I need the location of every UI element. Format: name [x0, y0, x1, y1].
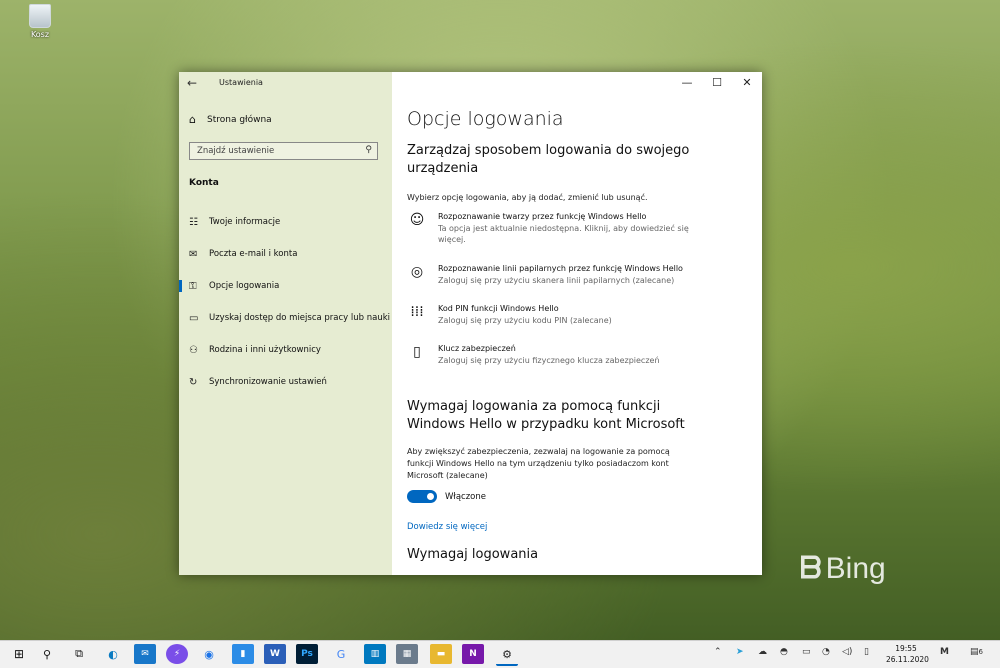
sidebar-item-work-school[interactable]: ▭ Uzyskaj dostęp do miejsca pracy lub na…: [179, 308, 392, 328]
start-button[interactable]: ⊞: [8, 644, 30, 664]
phone-app-icon[interactable]: ▮: [232, 644, 254, 664]
title-bar: ← Ustawienia: [179, 72, 392, 94]
sidebar-item-sync-settings[interactable]: ↻ Synchronizowanie ustawień: [179, 372, 392, 392]
nav-home[interactable]: ⌂ Strona główna: [189, 113, 272, 126]
minimize-button[interactable]: —: [672, 72, 702, 94]
onenote-icon[interactable]: N: [462, 644, 484, 664]
home-label: Strona główna: [207, 114, 272, 125]
mail-icon: ✉: [189, 248, 198, 260]
taskbar: ⊞ ⚲ ⧉ ◐ ✉ ⚡ ◉ ▮ W Ps G ▥ ▦ ▬ N ⚙ ⌃ ➤ ☁ ◓…: [0, 640, 1000, 668]
manage-heading: Zarządzaj sposobem logowania do swojego …: [407, 143, 690, 176]
settings-taskbar-icon[interactable]: ⚙: [496, 644, 518, 666]
settings-sidebar: ← Ustawienia ⌂ Strona główna Znajdź usta…: [179, 72, 392, 575]
manage-description: Wybierz opcję logowania, aby ją dodać, z…: [407, 193, 648, 202]
person-card-icon: ☷: [189, 216, 198, 228]
option-pin[interactable]: ⁞⁞⁞ Kod PIN funkcji Windows Hello Zalogu…: [407, 304, 737, 338]
battery-icon[interactable]: ▭: [802, 647, 811, 657]
home-icon: ⌂: [189, 113, 196, 126]
app-title: Ustawienia: [219, 78, 263, 87]
sidebar-item-label: Uzyskaj dostęp do miejsca pracy lub nauk…: [209, 313, 391, 323]
sidebar-item-label: Rodzina i inni użytkownicy: [209, 345, 321, 355]
wifi-icon[interactable]: ◔: [822, 647, 830, 657]
search-box[interactable]: Znajdź ustawienie ⚲: [189, 142, 378, 160]
volume-icon[interactable]: ◁): [842, 647, 852, 657]
option-title: Rozpoznawanie linii papilarnych przez fu…: [438, 264, 683, 273]
people-icon: ⚇: [189, 344, 198, 356]
trello-icon[interactable]: ▥: [364, 644, 386, 664]
search-input[interactable]: Znajdź ustawienie: [197, 146, 274, 156]
usb-key-icon: ▯: [413, 344, 421, 360]
calculator-icon[interactable]: ▦: [396, 644, 418, 664]
option-subtitle: Ta opcja jest aktualnie niedostępna. Kli…: [438, 224, 689, 244]
section-label: Konta: [189, 178, 219, 188]
briefcase-icon: ▭: [189, 312, 199, 324]
sidebar-item-sign-in-options[interactable]: ⚿ Opcje logowania: [179, 276, 392, 296]
tray-app-icon[interactable]: ◓: [780, 647, 788, 657]
option-subtitle: Zaloguj się przy użyciu fizycznego klucz…: [438, 356, 660, 365]
taskbar-clock[interactable]: 19:55 26.11.2020: [886, 643, 929, 665]
sidebar-item-family-users[interactable]: ⚇ Rodzina i inni użytkownicy: [179, 340, 392, 360]
option-fingerprint[interactable]: ◎ Rozpoznawanie linii papilarnych przez …: [407, 264, 737, 298]
key-icon: ⚿: [189, 280, 197, 292]
tray-chevron-icon[interactable]: ⌃: [714, 647, 722, 657]
sidebar-item-label: Twoje informacje: [209, 217, 281, 227]
fingerprint-icon: ◎: [410, 264, 424, 280]
language-icon[interactable]: ▯: [864, 647, 869, 657]
require-login-heading: Wymagaj logowania: [407, 547, 539, 562]
option-title: Kod PIN funkcji Windows Hello: [438, 304, 559, 313]
learn-more-link[interactable]: Dowiedz się więcej: [407, 522, 487, 532]
option-title: Klucz zabezpieczeń: [438, 344, 516, 353]
page-title: Opcje logowania: [407, 108, 564, 130]
sidebar-item-label: Poczta e-mail i konta: [209, 249, 298, 259]
recycle-bin-label: Kosz: [30, 30, 50, 39]
search-icon: ⚲: [365, 145, 372, 155]
file-explorer-icon[interactable]: ▬: [430, 644, 452, 664]
action-center-icon[interactable]: ▤6: [970, 647, 983, 657]
recycle-bin-desktop-icon[interactable]: Kosz: [24, 4, 56, 39]
translate-icon[interactable]: G: [330, 644, 352, 664]
telegram-icon[interactable]: ➤: [736, 647, 744, 657]
recycle-bin-icon: [29, 4, 51, 28]
settings-window: ← Ustawienia ⌂ Strona główna Znajdź usta…: [179, 72, 762, 575]
option-face-recognition[interactable]: ☺ Rozpoznawanie twarzy przez funkcję Win…: [407, 212, 737, 246]
settings-content: — ☐ ✕ Opcje logowania Zarządzaj sposobem…: [392, 72, 762, 575]
browser-icon[interactable]: ◉: [198, 644, 220, 664]
option-subtitle: Zaloguj się przy użyciu kodu PIN (zaleca…: [438, 316, 612, 325]
back-arrow-icon[interactable]: ←: [187, 76, 197, 90]
sync-icon: ↻: [189, 376, 198, 388]
sidebar-item-label: Opcje logowania: [209, 281, 280, 291]
edge-icon[interactable]: ◐: [102, 644, 124, 664]
bing-watermark: ᗷ Bing: [800, 552, 886, 586]
clock-date: 26.11.2020: [886, 655, 929, 664]
onedrive-icon[interactable]: ☁: [758, 647, 767, 657]
bing-text: Bing: [825, 552, 886, 585]
option-subtitle: Zaloguj się przy użyciu skanera linii pa…: [438, 276, 675, 285]
photoshop-icon[interactable]: Ps: [296, 644, 318, 664]
clock-time: 19:55: [895, 644, 917, 653]
pin-keypad-icon: ⁞⁞⁞: [410, 304, 424, 320]
face-icon: ☺: [409, 212, 425, 228]
bing-logo-icon: ᗷ: [800, 552, 822, 585]
maximize-button[interactable]: ☐: [702, 72, 732, 94]
search-taskbar-icon[interactable]: ⚲: [36, 644, 58, 664]
word-icon[interactable]: W: [264, 644, 286, 664]
notification-count: 6: [978, 648, 983, 656]
mail-app-icon[interactable]: ✉: [134, 644, 156, 664]
windows-hello-toggle[interactable]: [407, 490, 437, 503]
require-hello-description: Aby zwiększyć zabezpieczenia, zezwalaj n…: [407, 447, 670, 480]
messenger-icon[interactable]: ⚡: [166, 644, 188, 664]
sidebar-item-your-info[interactable]: ☷ Twoje informacje: [179, 212, 392, 232]
task-view-icon[interactable]: ⧉: [68, 644, 90, 664]
option-security-key[interactable]: ▯ Klucz zabezpieczeń Zaloguj się przy uż…: [407, 344, 737, 378]
require-hello-heading: Wymagaj logowania za pomocą funkcji Wind…: [407, 399, 685, 432]
sidebar-item-label: Synchronizowanie ustawień: [209, 377, 327, 387]
sidebar-item-email-accounts[interactable]: ✉ Poczta e-mail i konta: [179, 244, 392, 264]
option-title: Rozpoznawanie twarzy przez funkcję Windo…: [438, 212, 647, 221]
close-button[interactable]: ✕: [732, 72, 762, 94]
toggle-state-label: Włączone: [445, 492, 486, 502]
meet-now-icon[interactable]: M: [940, 647, 949, 657]
